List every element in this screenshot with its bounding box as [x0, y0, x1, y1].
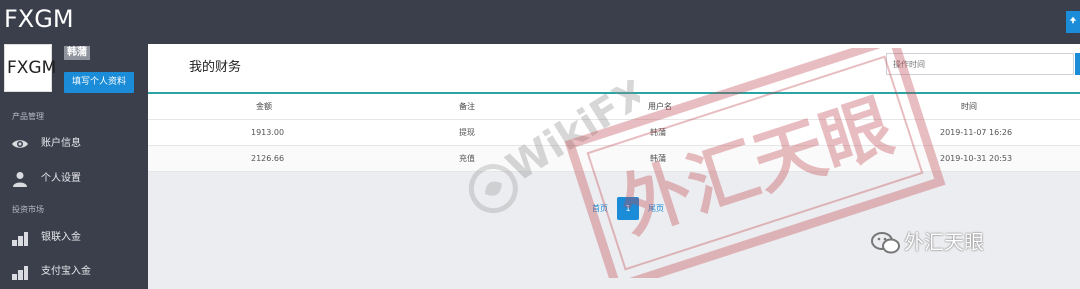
sidebar-item-alipay-deposit[interactable]: 支付宝入金: [0, 260, 148, 284]
pagination-last-link[interactable]: 尾页: [642, 197, 670, 220]
section-title-product: 产品管理: [12, 112, 44, 121]
sidebar-item-label: 账户信息: [41, 138, 81, 149]
page-title: 我的财务: [189, 60, 242, 75]
sidebar-item-unionpay-deposit[interactable]: 银联入金: [0, 226, 148, 250]
deposit-icon: [12, 266, 28, 280]
wechat-icon: [871, 232, 900, 254]
sidebar: FXGM FXGM 韩蒲 填写个人资料 产品管理 账户信息 个人设置 投资市场 …: [0, 0, 148, 289]
cell-amount: 2126.66: [251, 154, 285, 163]
top-header-bar: [148, 0, 1080, 44]
user-icon: [13, 172, 27, 187]
finance-panel: 我的财务 金额 备注 用户名 时间 1913.00 提现 韩蒲 2019-11-…: [148, 44, 1080, 172]
column-header-username: 用户名: [648, 102, 672, 111]
search-button[interactable]: [1075, 53, 1080, 75]
wechat-brand-text: 外汇天眼: [904, 230, 984, 254]
column-header-note: 备注: [459, 102, 475, 111]
table-row: 2126.66 充值 韩蒲 2019-10-31 20:53: [148, 146, 1080, 172]
profile-avatar: FXGM: [4, 44, 56, 92]
column-header-amount: 金额: [256, 102, 272, 111]
brand-logo-text: FXGM: [4, 5, 74, 33]
sidebar-item-label: 个人设置: [41, 173, 81, 184]
cell-time: 2019-11-07 16:26: [940, 128, 1013, 137]
header-action-button[interactable]: [1066, 11, 1080, 33]
sidebar-item-personal-settings[interactable]: 个人设置: [0, 167, 148, 191]
eye-icon: [12, 140, 28, 148]
cell-note: 充值: [459, 154, 475, 163]
cell-username: 韩蒲: [650, 128, 666, 137]
cell-username: 韩蒲: [650, 154, 666, 163]
cell-time: 2019-10-31 20:53: [940, 154, 1013, 163]
pagination-current-page[interactable]: 1: [617, 197, 639, 220]
arrow-up-icon: [1069, 16, 1077, 24]
sidebar-item-account-info[interactable]: 账户信息: [0, 132, 148, 156]
deposit-icon: [12, 232, 28, 246]
username-label: 韩蒲: [64, 46, 90, 60]
table-row: 1913.00 提现 韩蒲 2019-11-07 16:26: [148, 120, 1080, 146]
table-header: 金额 备注 用户名 时间: [148, 94, 1080, 120]
operation-time-input[interactable]: [886, 53, 1074, 75]
sidebar-item-label: 银联入金: [41, 232, 81, 243]
cell-amount: 1913.00: [251, 128, 285, 137]
pagination-first-link[interactable]: 首页: [586, 197, 614, 220]
cell-note: 提现: [459, 128, 475, 137]
brand-logo[interactable]: FXGM: [4, 5, 84, 33]
fill-profile-button[interactable]: 填写个人资料: [64, 72, 134, 93]
section-title-market: 投资市场: [12, 205, 44, 214]
column-header-time: 时间: [961, 102, 977, 111]
sidebar-item-label: 支付宝入金: [41, 266, 91, 277]
profile-avatar-text: FXGM: [7, 58, 57, 78]
